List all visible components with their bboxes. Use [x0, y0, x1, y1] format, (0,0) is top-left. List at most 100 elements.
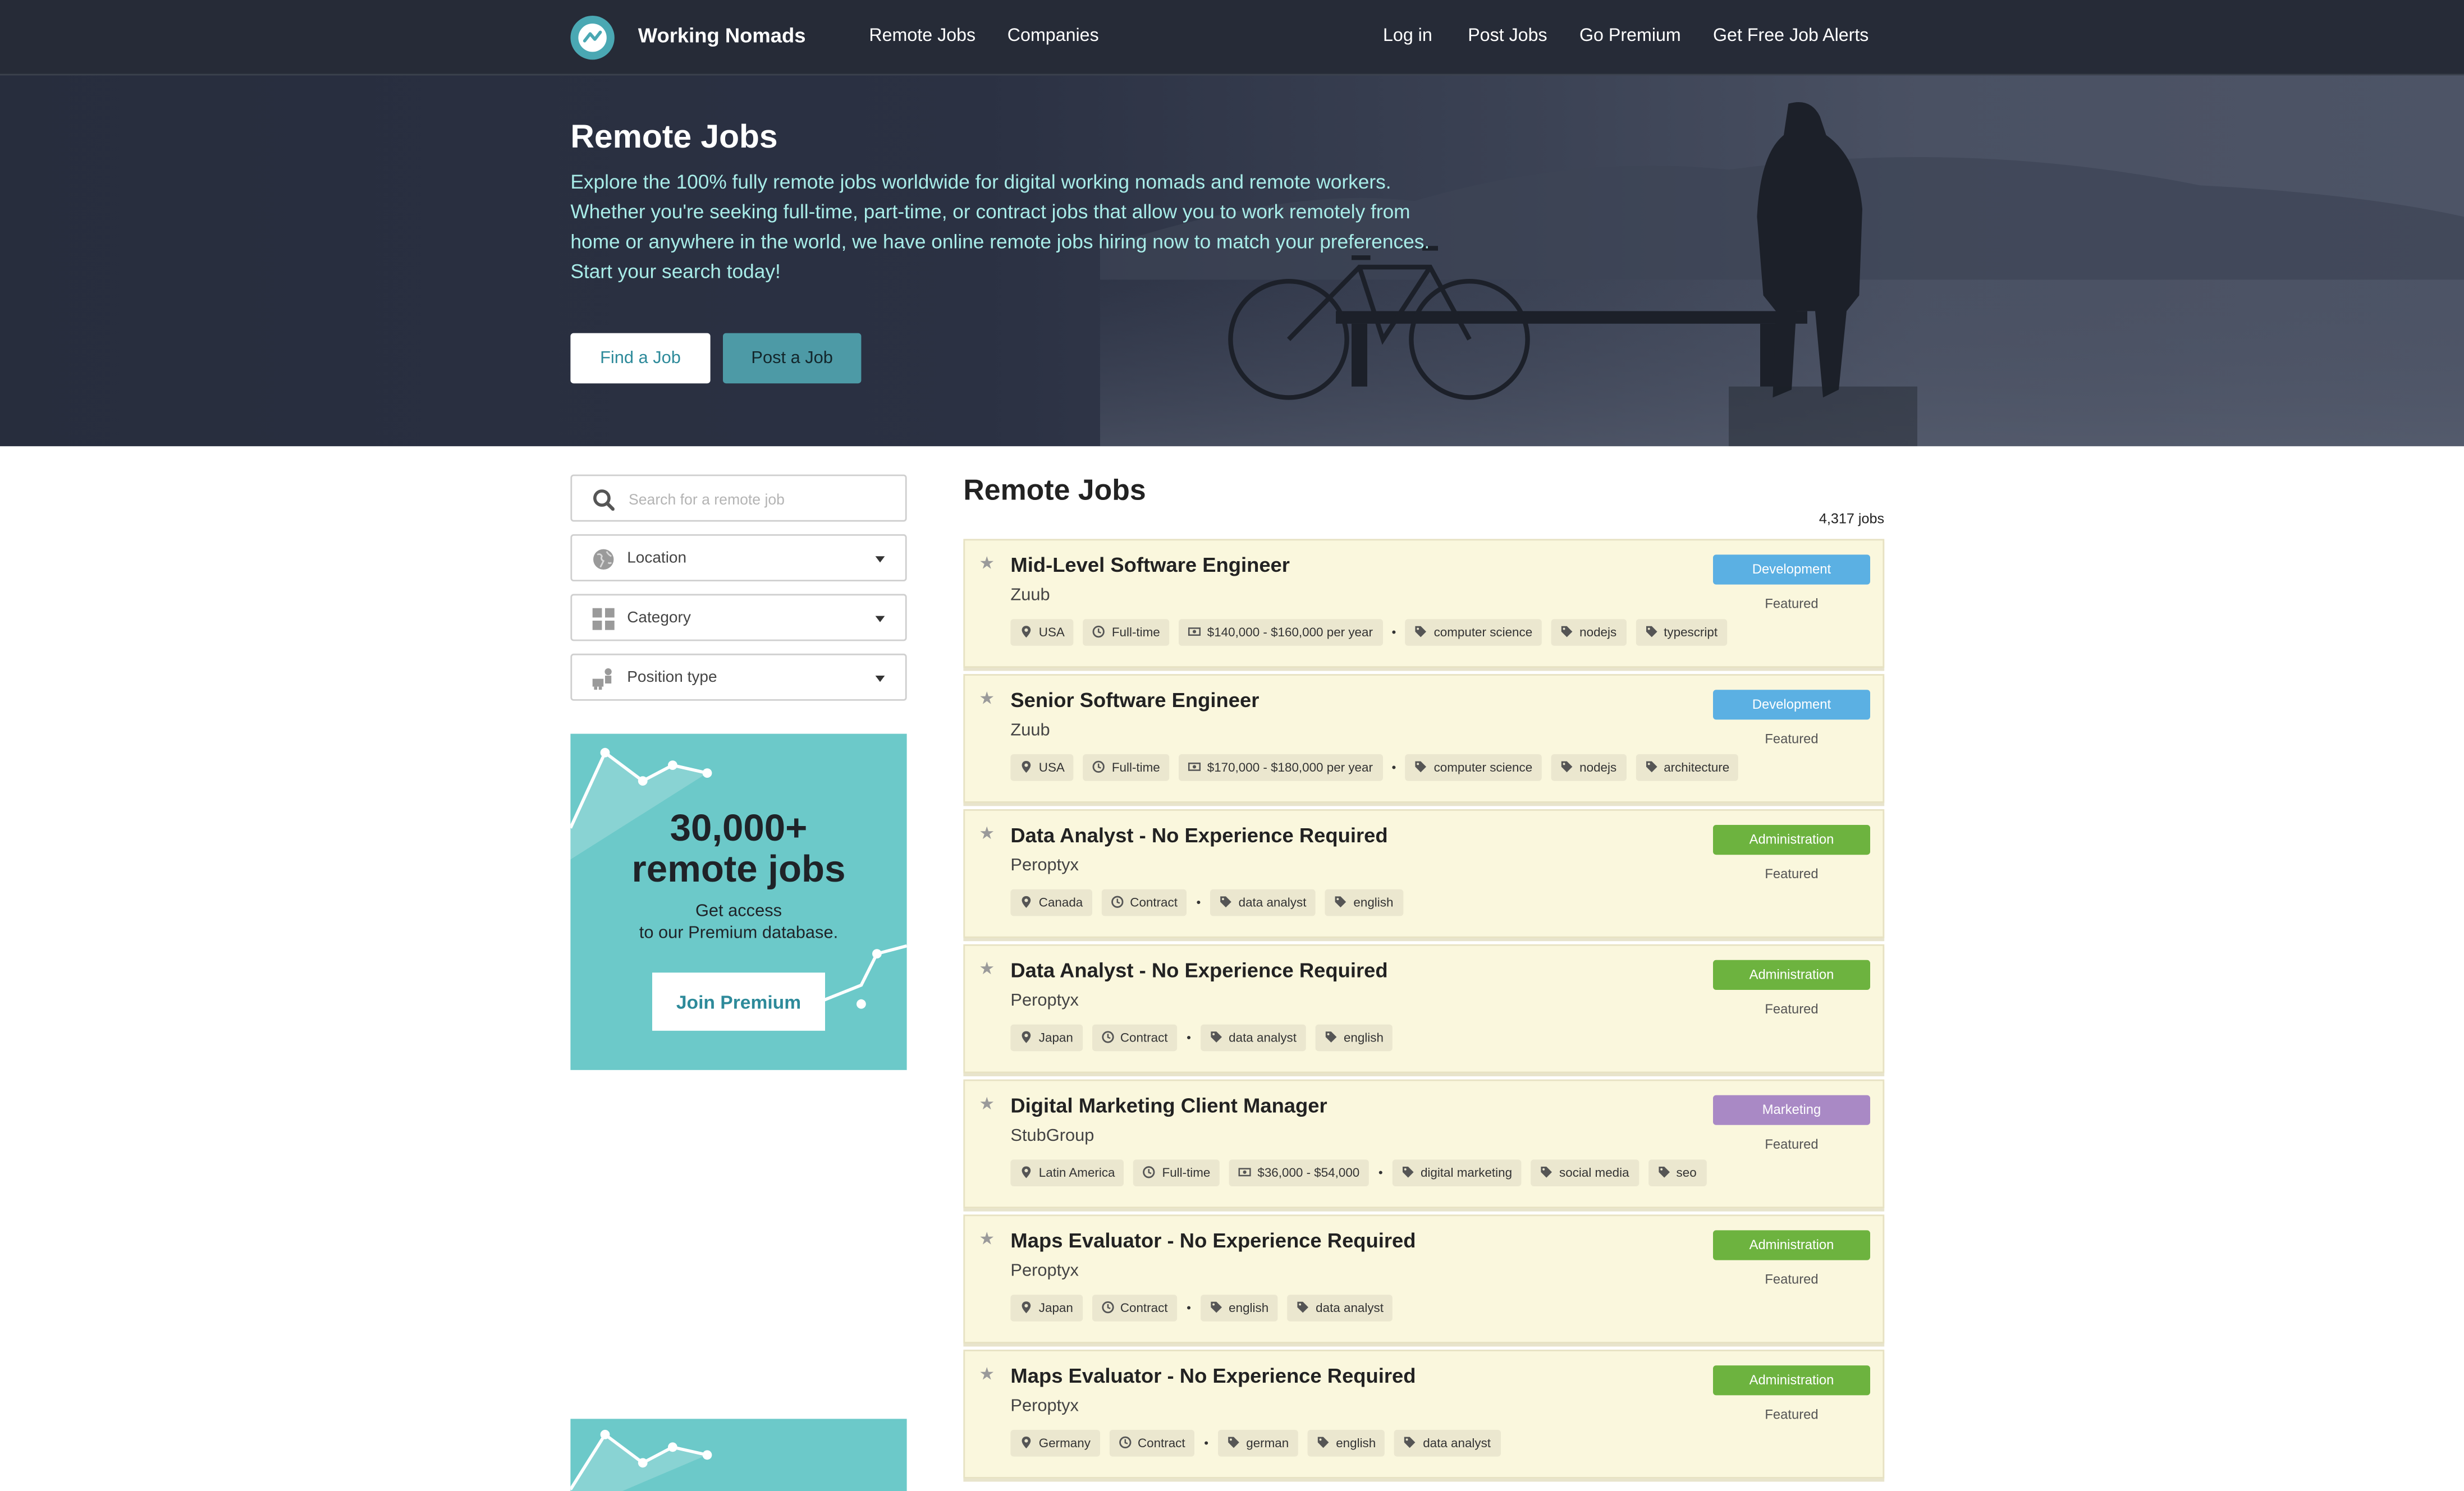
job-title[interactable]: Digital Marketing Client Manager — [1010, 1094, 1327, 1117]
skill-tag[interactable]: architecture — [1635, 753, 1739, 781]
nav-link-companies[interactable]: Companies — [1007, 27, 1099, 46]
job-title[interactable]: Maps Evaluator - No Experience Required — [1010, 1364, 1416, 1387]
meta-tag-clock[interactable]: Contract — [1109, 1429, 1195, 1456]
nav-link-job-alerts[interactable]: Get Free Job Alerts — [1713, 27, 1868, 46]
job-card[interactable]: ★ Digital Marketing Client Manager StubGro… — [963, 1079, 1885, 1209]
location-select[interactable]: Location — [570, 534, 907, 581]
star-icon[interactable]: ★ — [979, 958, 995, 979]
tag-icon — [1561, 761, 1573, 773]
nav-link-remote-jobs[interactable]: Remote Jobs — [869, 27, 975, 46]
meta-tag-pin[interactable]: USA — [1010, 618, 1074, 645]
nav-link-post-jobs[interactable]: Post Jobs — [1468, 27, 1547, 46]
brand-name[interactable]: Working Nomads — [638, 24, 806, 47]
money-icon — [1188, 627, 1201, 636]
meta-tag-clock[interactable]: Contract — [1101, 888, 1187, 915]
star-icon[interactable]: ★ — [979, 1094, 995, 1114]
skill-tag[interactable]: computer science — [1405, 618, 1542, 645]
category-badge[interactable]: Marketing — [1713, 1095, 1870, 1125]
star-icon[interactable]: ★ — [979, 1364, 995, 1384]
meta-tag-money[interactable]: $170,000 - $180,000 per year — [1179, 753, 1382, 781]
job-title[interactable]: Maps Evaluator - No Experience Required — [1010, 1229, 1416, 1253]
location-pin-icon — [1022, 761, 1031, 773]
job-card[interactable]: ★ Data Analyst - No Experience Required Pe… — [963, 809, 1885, 938]
skill-tag-text: digital marketing — [1420, 1165, 1513, 1180]
skill-tag[interactable]: data analyst — [1200, 1024, 1306, 1050]
skill-tag[interactable]: typescript — [1635, 618, 1727, 645]
separator-dot: • — [1378, 1165, 1383, 1180]
position-type-select[interactable]: Position type — [570, 653, 907, 701]
meta-tag-clock[interactable]: Contract — [1092, 1024, 1178, 1050]
skill-tag[interactable]: nodejs — [1551, 753, 1626, 781]
skill-tag[interactable]: social media — [1531, 1159, 1639, 1186]
featured-label: Featured — [1765, 595, 1819, 612]
category-badge[interactable]: Administration — [1713, 1230, 1870, 1260]
skill-tag[interactable]: seo — [1648, 1159, 1706, 1186]
star-icon[interactable]: ★ — [979, 553, 995, 574]
job-tags: Canada Contract • data analyst english — [1010, 888, 1403, 916]
skill-tag[interactable]: data analyst — [1210, 888, 1316, 915]
meta-tag-pin[interactable]: Japan — [1010, 1293, 1083, 1321]
company-name: StubGroup — [1010, 1126, 1094, 1146]
logo-icon[interactable] — [570, 16, 615, 60]
meta-tag-pin[interactable]: Canada — [1010, 888, 1093, 915]
skill-tag[interactable]: nodejs — [1551, 618, 1626, 645]
nav-link-login[interactable]: Log in — [1383, 27, 1432, 46]
company-name: Zuub — [1010, 586, 1050, 605]
skill-tag[interactable]: data analyst — [1287, 1293, 1393, 1321]
job-title[interactable]: Data Analyst - No Experience Required — [1010, 958, 1387, 982]
job-card[interactable]: ★ Maps Evaluator - No Experience Required… — [963, 1350, 1885, 1479]
job-title[interactable]: Senior Software Engineer — [1010, 688, 1259, 712]
skill-tag[interactable]: german — [1217, 1429, 1299, 1456]
separator-dot: • — [1391, 759, 1396, 774]
category-badge[interactable]: Administration — [1713, 1365, 1870, 1396]
skill-tag-text: computer science — [1433, 625, 1533, 639]
star-icon[interactable]: ★ — [979, 688, 995, 709]
category-select[interactable]: Category — [570, 594, 907, 641]
search-input[interactable] — [625, 484, 899, 516]
meta-tag-money[interactable]: $36,000 - $54,000 — [1229, 1159, 1370, 1186]
post-job-button[interactable]: Post a Job — [723, 333, 862, 384]
skill-tag[interactable]: data analyst — [1394, 1429, 1500, 1456]
meta-tag-pin[interactable]: USA — [1010, 753, 1074, 781]
meta-tag-money[interactable]: $140,000 - $160,000 per year — [1179, 618, 1382, 645]
job-card[interactable]: ★ Mid-Level Software Engineer Zuub Developm… — [963, 539, 1885, 668]
meta-tag-clock[interactable]: Full-time — [1083, 618, 1170, 645]
job-title[interactable]: Mid-Level Software Engineer — [1010, 553, 1290, 577]
category-badge[interactable]: Administration — [1713, 825, 1870, 855]
job-title[interactable]: Data Analyst - No Experience Required — [1010, 823, 1387, 847]
skill-tag[interactable]: digital marketing — [1392, 1159, 1522, 1186]
separator-dot: • — [1187, 1030, 1191, 1044]
meta-tag-pin[interactable]: Latin America — [1010, 1159, 1125, 1186]
hero-section: Remote Jobs Explore the 100% fully remot… — [0, 75, 2464, 447]
nav-link-go-premium[interactable]: Go Premium — [1579, 27, 1681, 46]
job-card[interactable]: ★ Senior Software Engineer Zuub Development… — [963, 674, 1885, 803]
job-card[interactable]: ★ Maps Evaluator - No Experience Required… — [963, 1214, 1885, 1343]
skill-tag[interactable]: english — [1325, 888, 1403, 915]
promo-headline-number: 30,000+ — [670, 808, 808, 850]
find-job-button[interactable]: Find a Job — [570, 333, 711, 384]
join-premium-button[interactable]: Join Premium — [652, 972, 825, 1031]
grid-icon — [592, 608, 615, 630]
skill-tag[interactable]: english — [1315, 1024, 1393, 1050]
skill-tag[interactable]: english — [1200, 1293, 1278, 1321]
company-name: Peroptyx — [1010, 1261, 1079, 1281]
category-badge[interactable]: Development — [1713, 690, 1870, 720]
star-icon[interactable]: ★ — [979, 823, 995, 844]
skill-tag[interactable]: computer science — [1405, 753, 1542, 781]
tag-icon — [1210, 1301, 1222, 1313]
meta-tag-pin[interactable]: Germany — [1010, 1429, 1100, 1456]
skill-tag[interactable]: english — [1307, 1429, 1386, 1456]
meta-tag-text: Japan — [1038, 1300, 1073, 1315]
category-badge[interactable]: Administration — [1713, 960, 1870, 990]
hero-description: Explore the 100% fully remote jobs world… — [570, 171, 1430, 283]
job-tags: USA Full-time $140,000 - $160,000 per year… — [1010, 617, 1727, 645]
category-badge[interactable]: Development — [1713, 554, 1870, 585]
meta-tag-clock[interactable]: Full-time — [1134, 1159, 1220, 1186]
featured-label: Featured — [1765, 1136, 1819, 1152]
star-icon[interactable]: ★ — [979, 1229, 995, 1249]
clock-icon — [1093, 625, 1106, 638]
job-card[interactable]: ★ Data Analyst - No Experience Required Pe… — [963, 944, 1885, 1073]
meta-tag-clock[interactable]: Contract — [1092, 1293, 1178, 1321]
meta-tag-clock[interactable]: Full-time — [1083, 753, 1170, 781]
meta-tag-pin[interactable]: Japan — [1010, 1024, 1083, 1050]
